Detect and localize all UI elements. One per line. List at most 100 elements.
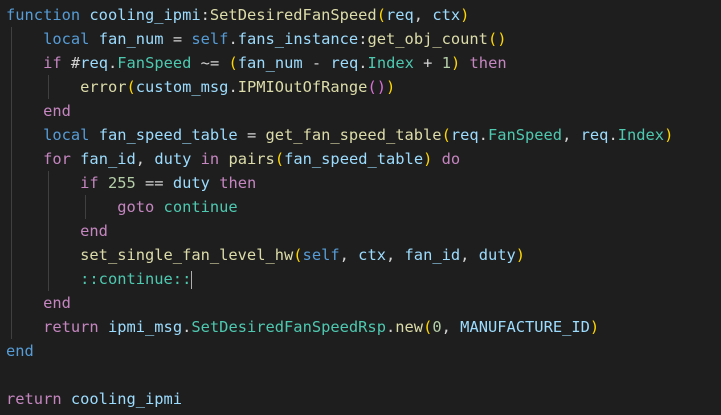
code-token: duty	[478, 246, 516, 264]
code-token: error	[80, 78, 127, 96]
code-token: ,	[385, 246, 405, 264]
code-token: return	[6, 390, 62, 408]
code-token: continue	[154, 198, 238, 216]
code-token: function	[6, 6, 81, 24]
code-token: cooling_ipmi	[80, 6, 201, 24]
code-token: cooling_ipmi	[61, 390, 183, 408]
code-token: ,	[135, 150, 155, 168]
code-token: for	[43, 150, 71, 168]
code-token: ,	[441, 318, 461, 336]
code-token: )	[664, 126, 674, 144]
code-token: )	[450, 54, 461, 72]
code-line[interactable]: end	[6, 219, 108, 243]
code-token: do	[432, 150, 461, 168]
code-line[interactable]: local fan_num = self.fans_instance:get_o…	[6, 27, 507, 51]
code-token: ,	[562, 126, 581, 144]
code-token: ,	[460, 246, 479, 264]
code-token: ()	[367, 78, 386, 96]
code-token: ,	[413, 6, 433, 24]
code-token: (	[228, 54, 238, 72]
code-token: req	[450, 126, 479, 144]
code-line[interactable]: end	[6, 291, 71, 315]
code-token: .	[182, 318, 192, 336]
code-token: local	[43, 30, 90, 48]
code-token: end	[43, 294, 71, 312]
code-token: (	[423, 318, 433, 336]
code-token: .	[228, 78, 238, 96]
code-token: (	[293, 246, 303, 264]
code-token: then	[209, 174, 257, 192]
code-token: ctx	[432, 6, 461, 24]
code-line[interactable]: error(custom_msg.IPMIOutOfRange())	[6, 75, 395, 99]
code-token: self	[302, 246, 340, 264]
code-token: #	[61, 54, 81, 72]
code-line[interactable]: for fan_id, duty in pairs(fan_speed_tabl…	[6, 147, 460, 171]
code-token: duty	[172, 174, 210, 192]
code-token: SetDesiredFanSpeedRsp	[191, 318, 386, 336]
code-token: Index	[617, 126, 665, 144]
code-line[interactable]: end	[6, 99, 71, 123]
code-token: 255	[98, 174, 136, 192]
code-line[interactable]: return cooling_ipmi	[6, 387, 182, 411]
code-token: 0	[432, 318, 442, 336]
code-line[interactable]: if #req.FanSpeed ~= (fan_num - req.Index…	[6, 51, 507, 75]
code-token: ==	[135, 174, 173, 192]
code-token: MANUFACTURE_ID	[460, 318, 590, 336]
code-token: FanSpeed	[487, 126, 563, 144]
code-token: then	[460, 54, 507, 72]
code-token: fan_id	[70, 150, 136, 168]
code-token: req	[580, 126, 609, 144]
code-token: .	[478, 126, 488, 144]
code-token: ::continue::	[80, 270, 192, 288]
text-cursor	[191, 270, 193, 289]
code-token: =	[163, 30, 192, 48]
code-token: FanSpeed	[117, 54, 192, 72]
code-token: set_single_fan_level_hw	[80, 246, 294, 264]
code-token: SetDesiredFanSpeed	[209, 6, 377, 24]
code-token: .	[107, 54, 118, 72]
code-token: .	[385, 318, 396, 336]
code-token: .	[358, 54, 368, 72]
code-line[interactable]: return ipmi_msg.SetDesiredFanSpeedRsp.ne…	[6, 315, 599, 339]
code-token: (	[274, 150, 285, 168]
code-token: )	[515, 246, 526, 264]
code-token: fans_instance	[237, 30, 359, 48]
code-line[interactable]: local fan_speed_table = get_fan_speed_ta…	[6, 123, 673, 147]
code-line[interactable]: function cooling_ipmi:SetDesiredFanSpeed…	[6, 3, 469, 27]
code-token: self	[191, 30, 229, 48]
code-token: )	[460, 6, 470, 24]
code-token: get_obj_count	[367, 30, 488, 48]
code-token: -	[302, 54, 331, 72]
code-line[interactable]: ::continue::	[6, 267, 193, 291]
code-token: .	[228, 30, 238, 48]
code-token: return	[43, 318, 99, 336]
code-token: req	[385, 6, 414, 24]
code-token: .	[608, 126, 618, 144]
code-token: fan_num	[89, 30, 164, 48]
code-token: 1	[441, 54, 451, 72]
code-token: duty	[154, 150, 192, 168]
code-token: fan_num	[237, 54, 303, 72]
code-token: fan_speed_table	[89, 126, 238, 144]
code-editor[interactable]: function cooling_ipmi:SetDesiredFanSpeed…	[0, 0, 721, 415]
code-line[interactable]: goto continue	[6, 195, 238, 219]
code-token: fan_speed_table	[284, 150, 424, 168]
code-token: ipmi_msg	[98, 318, 183, 336]
code-line[interactable]: end	[6, 339, 34, 363]
code-token: req	[80, 54, 108, 72]
code-line[interactable]: set_single_fan_level_hw(self, ctx, fan_i…	[6, 243, 525, 267]
code-token: ()	[487, 30, 507, 48]
code-token: (	[441, 126, 451, 144]
code-line[interactable]: if 255 == duty then	[6, 171, 256, 195]
code-token: ctx	[358, 246, 386, 264]
